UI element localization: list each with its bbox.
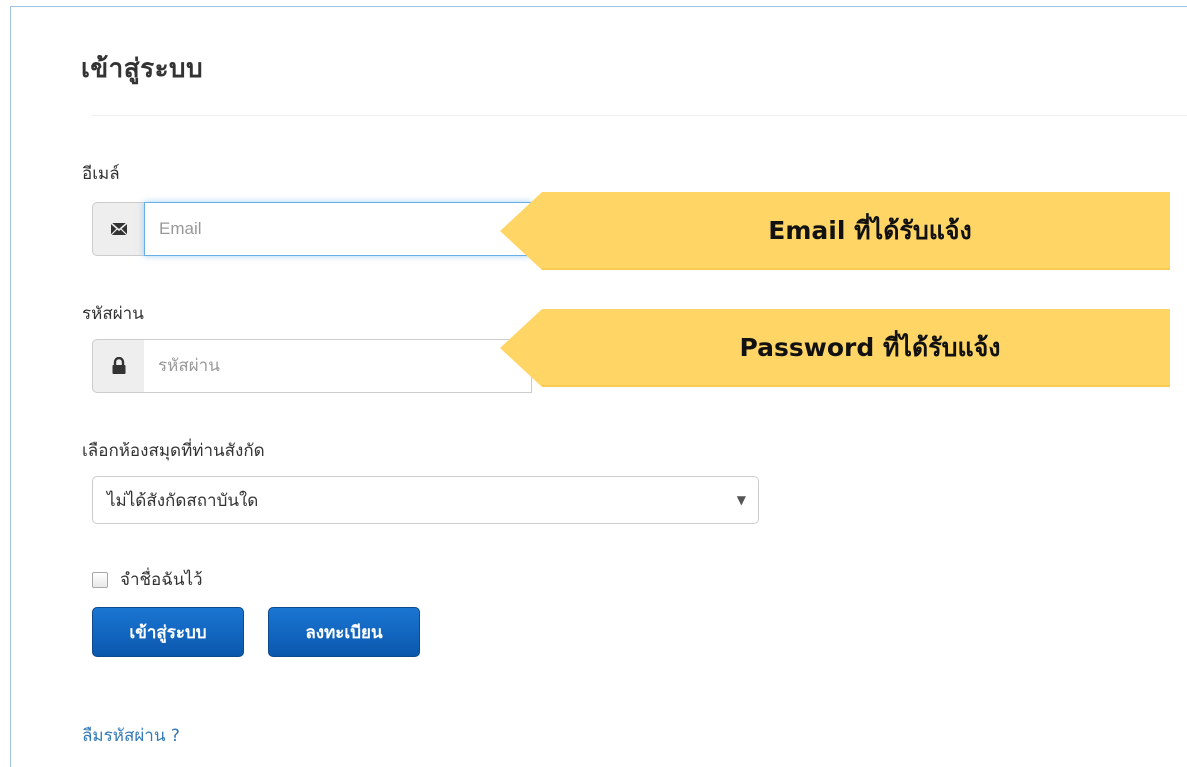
email-callout: Email ที่ได้รับแจ้ง: [500, 192, 1170, 270]
password-input-group: [92, 339, 532, 393]
library-select[interactable]: ไม่ได้สังกัดสถาบันใด ▼: [92, 476, 759, 524]
library-select-label: เลือกห้องสมุดที่ท่านสังกัด: [82, 441, 265, 461]
remember-me-row: จำชื่อฉันไว้: [92, 566, 203, 593]
forgot-password-link[interactable]: ลืมรหัสผ่าน ?: [82, 722, 180, 749]
remember-me-label: จำชื่อฉันไว้: [120, 570, 203, 590]
envelope-icon: [92, 202, 144, 256]
email-callout-text: Email ที่ได้รับแจ้ง: [768, 216, 972, 245]
email-input[interactable]: [144, 202, 532, 256]
email-label: อีเมล์: [82, 164, 120, 184]
register-button[interactable]: ลงทะเบียน: [268, 607, 420, 657]
remember-me-checkbox[interactable]: [92, 571, 108, 588]
password-label: รหัสผ่าน: [82, 304, 144, 324]
dropdown-arrow-icon: ▼: [736, 493, 746, 507]
email-input-group: [92, 202, 532, 256]
password-callout: Password ที่ได้รับแจ้ง: [500, 309, 1170, 387]
login-button[interactable]: เข้าสู่ระบบ: [92, 607, 244, 657]
library-select-value: ไม่ได้สังกัดสถาบันใด: [107, 490, 259, 511]
page-title: เข้าสู่ระบบ: [81, 54, 204, 84]
password-callout-text: Password ที่ได้รับแจ้ง: [739, 333, 1001, 362]
password-input[interactable]: [144, 339, 532, 393]
lock-icon: [92, 339, 144, 393]
title-divider: [92, 115, 1187, 116]
